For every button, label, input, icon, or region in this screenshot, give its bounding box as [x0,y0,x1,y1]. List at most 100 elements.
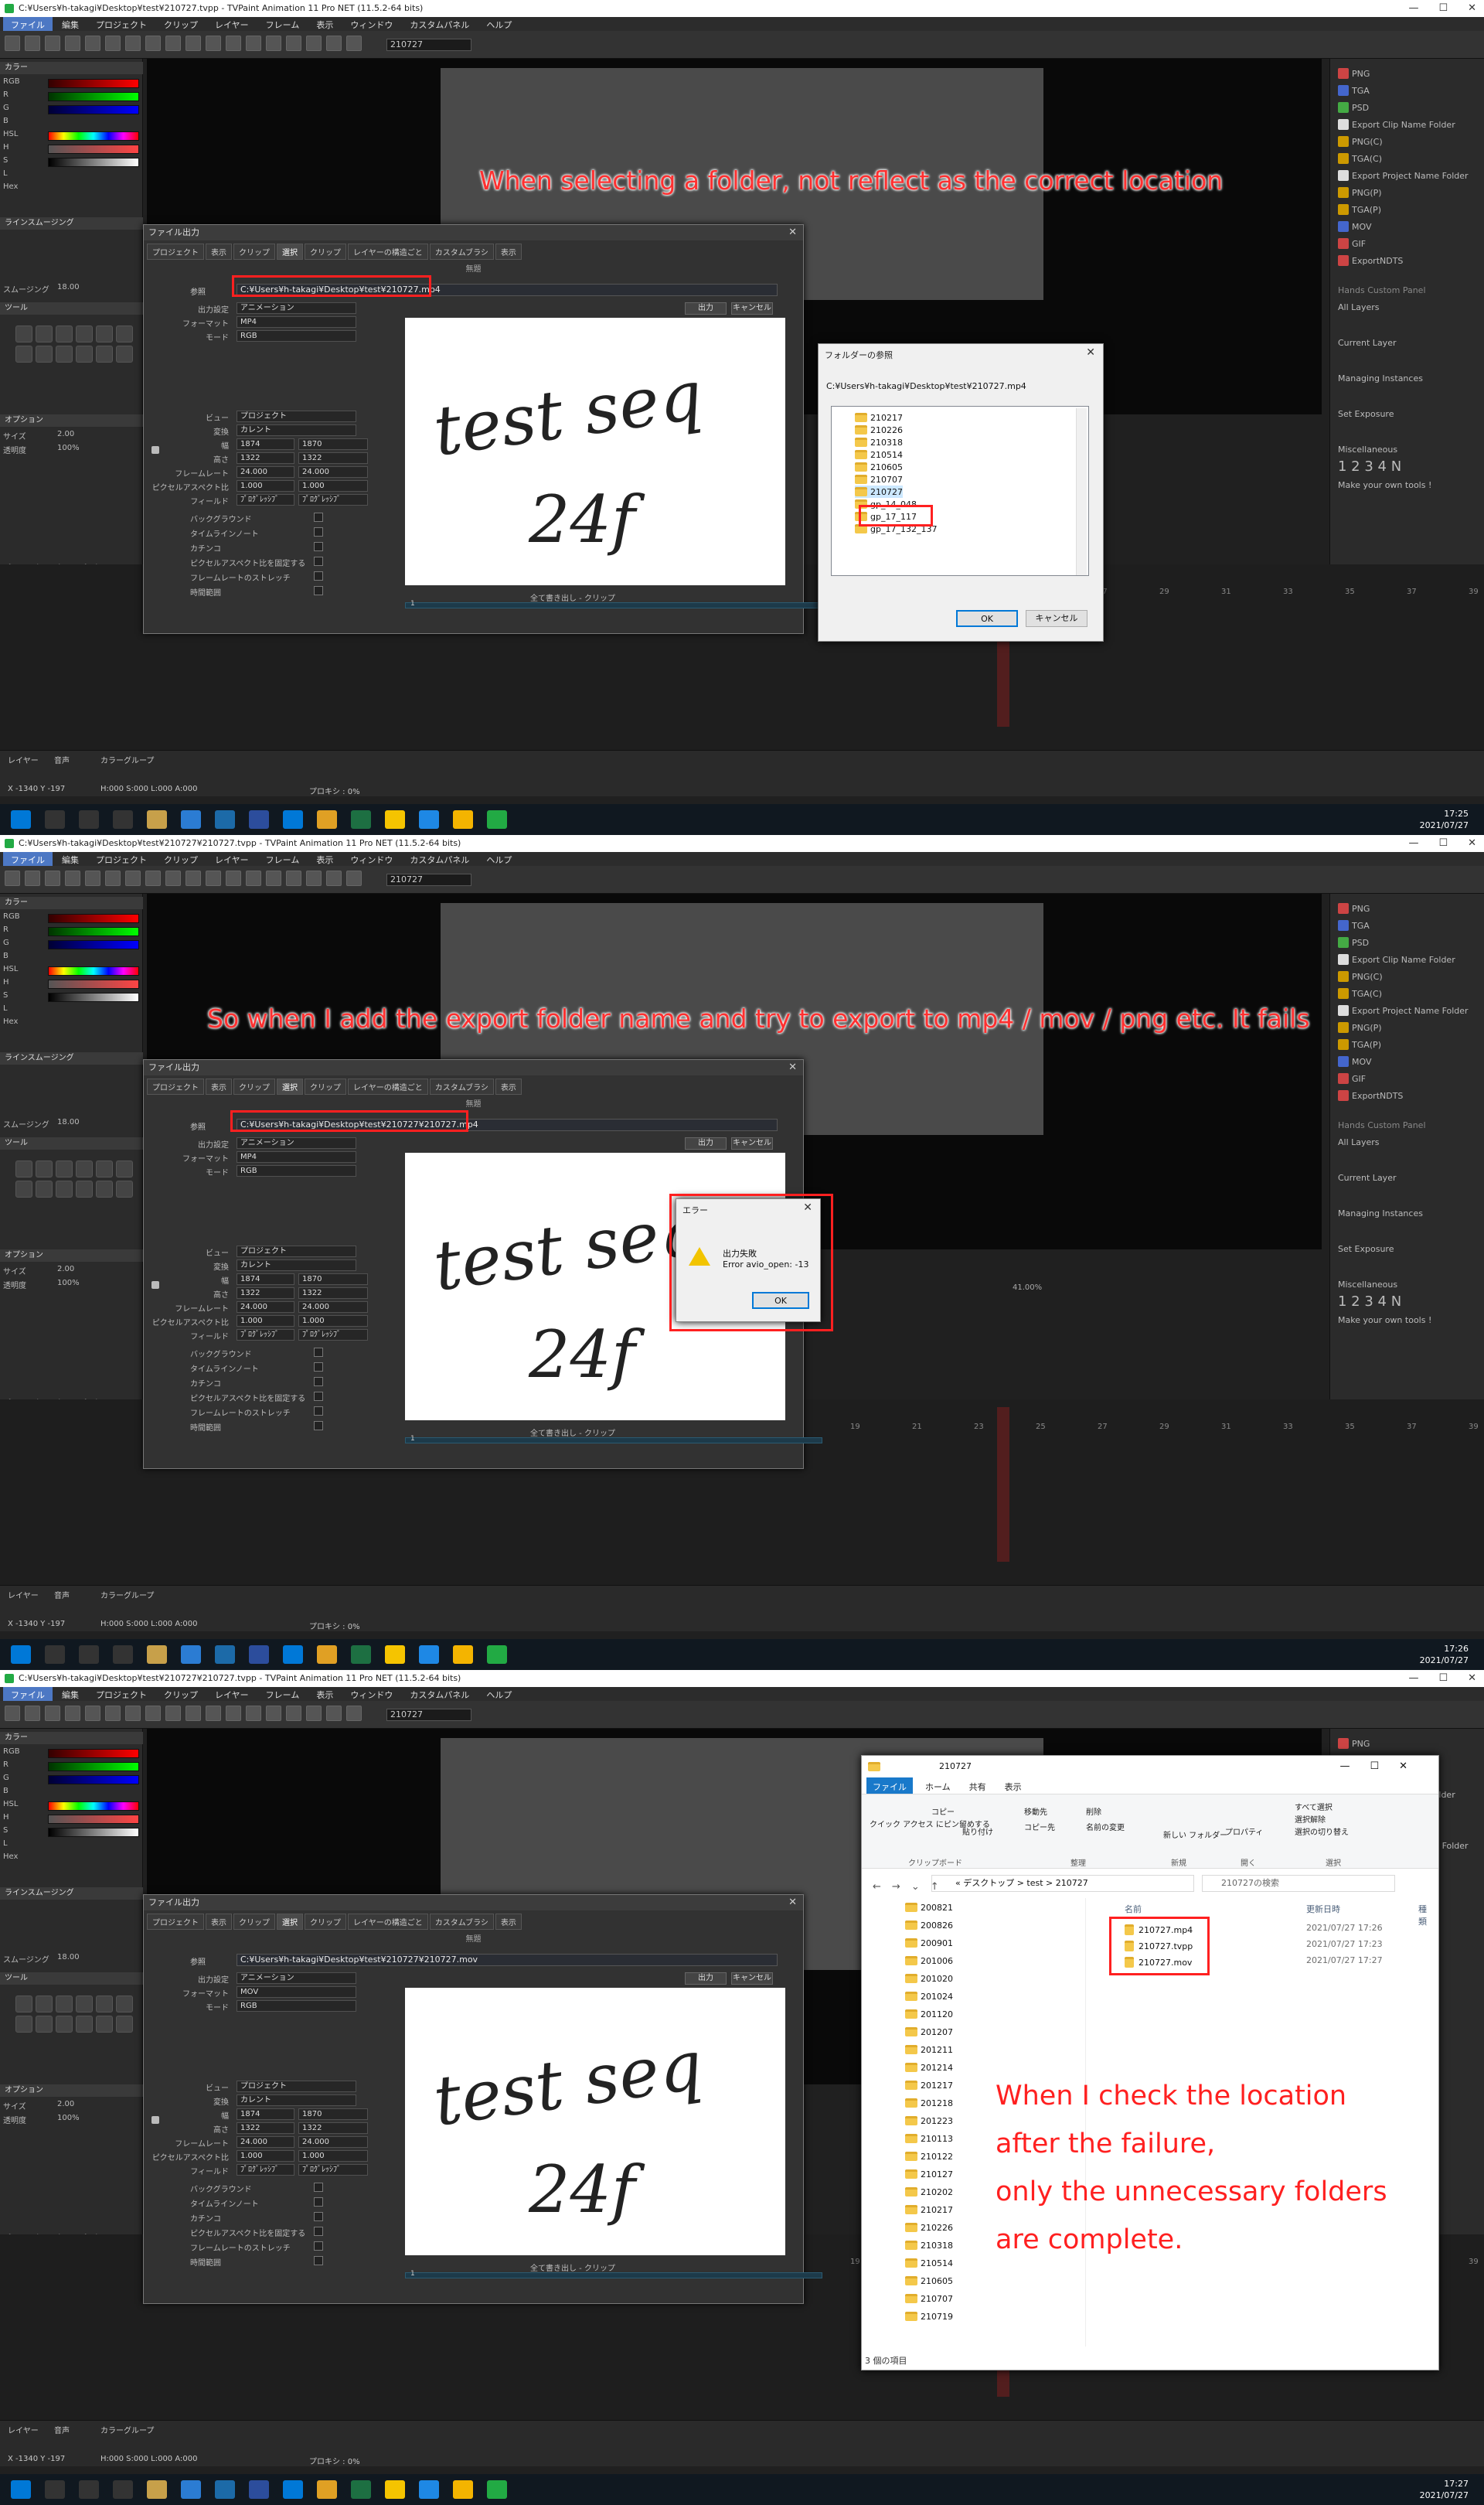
export-tab[interactable]: プロジェクト [147,244,204,260]
menu-item[interactable]: プロジェクト [88,852,155,866]
bottom-tab[interactable]: カラーグループ [100,2424,154,2435]
toolbar-tool-icon[interactable] [145,871,161,886]
brush-tool-icon[interactable] [96,2016,113,2033]
export-button[interactable]: 出力 [685,302,727,315]
setting-value[interactable]: カレント [237,2094,356,2106]
nav-folder-item[interactable]: 210226 [905,2221,953,2234]
setting-value[interactable]: 1322 [237,1287,294,1299]
tvpaint-icon[interactable] [487,810,507,829]
cortana-icon[interactable] [79,2480,99,2499]
exposure-numbers[interactable]: 1 2 3 4 N [1338,1293,1477,1310]
app-icon[interactable] [249,2480,269,2499]
brush-tool-icon[interactable] [96,1160,113,1178]
toolbar-tool-icon[interactable] [326,1706,342,1721]
app-icon[interactable] [181,1645,201,1664]
export-shortcut-button[interactable]: PNG [1338,1736,1477,1750]
toolbar-tool-icon[interactable] [206,871,221,886]
checkbox[interactable] [314,2212,323,2221]
opacity-value[interactable]: 100% [57,1279,80,1287]
brush-tool-icon[interactable] [116,1181,133,1198]
ribbon-command[interactable]: 名前の変更 [1086,1821,1125,1832]
setting-value[interactable]: 1874 [237,2108,294,2120]
setting-value-right[interactable]: ﾌﾟﾛｸﾞﾚｯｼﾌﾞ [298,1329,368,1341]
folder-tree-item[interactable]: 210318 [855,436,903,448]
toolbar-tool-icon[interactable] [105,871,121,886]
column-name[interactable]: 名前 [1125,1903,1142,1915]
menu-item[interactable]: 表示 [308,17,341,31]
export-shortcut-button[interactable]: TGA [1338,84,1477,97]
toolbar-tool-icon[interactable] [105,36,121,51]
export-tab[interactable]: クリップ [305,1079,346,1095]
toolbar-tool-icon[interactable] [25,36,40,51]
export-checkbox-row[interactable]: 時間範囲 [190,586,323,598]
setting-value[interactable]: 1874 [237,1273,294,1285]
toolbar-tool-icon[interactable] [125,871,141,886]
toolbar-tool-icon[interactable] [266,1706,281,1721]
menu-item[interactable]: クリップ [156,1687,206,1701]
custom-panel-section[interactable]: Current Layer [1338,1171,1477,1184]
setting-value-right[interactable]: 1322 [298,452,368,464]
toolbar-tool-icon[interactable] [326,871,342,886]
ribbon-tab[interactable]: 表示 [999,1777,1028,1794]
menu-item[interactable]: ヘルプ [478,17,519,31]
menu-item[interactable]: フレーム [258,852,308,866]
toolbar-tool-icon[interactable] [226,36,241,51]
setting-value[interactable]: アニメーション [237,1137,356,1149]
custom-panel-section[interactable]: Make your own tools ! [1338,478,1477,492]
export-tab[interactable]: 表示 [495,244,522,260]
smoothing-value[interactable]: 18.00 [57,1953,80,1961]
color-slider[interactable] [48,1775,139,1784]
export-checkbox-row[interactable]: カチンコ [190,542,323,554]
color-slider[interactable] [48,940,139,949]
toolbar-tool-icon[interactable] [186,871,201,886]
export-shortcut-button[interactable]: Export Clip Name Folder [1338,953,1477,966]
checkbox[interactable] [314,1362,323,1372]
toolbar-tool-icon[interactable] [206,1706,221,1721]
export-checkbox-row[interactable]: バックグラウンド [190,513,323,524]
nav-folder-item[interactable]: 201020 [905,1972,953,1985]
smoothing-value[interactable]: 18.00 [57,1118,80,1126]
export-button[interactable]: 出力 [685,1972,727,1985]
color-slider[interactable] [48,145,139,154]
folder-tree-item[interactable]: 210226 [855,424,903,436]
cancel-button[interactable]: キャンセル [731,1137,773,1150]
store-icon[interactable] [147,2480,167,2499]
tree-scrollbar[interactable] [1076,408,1087,575]
checkbox[interactable] [314,1377,323,1386]
export-tab[interactable]: クリップ [305,244,346,260]
setting-value[interactable]: アニメーション [237,1972,356,1984]
color-slider[interactable] [48,1801,139,1811]
brush-tool-icon[interactable] [76,2016,93,2033]
brush-tool-icon[interactable] [36,2016,53,2033]
cancel-button[interactable]: キャンセル [1026,610,1087,627]
custom-panel-section[interactable]: Miscellaneous [1338,1277,1477,1291]
nav-folder-item[interactable]: 210202 [905,2186,953,2198]
bottom-tab[interactable]: 音声 [54,2424,70,2435]
export-tab[interactable]: プロジェクト [147,1079,204,1095]
toolbar-tool-icon[interactable] [226,871,241,886]
toolbar-tool-icon[interactable] [206,36,221,51]
setting-value[interactable]: MP4 [237,316,356,328]
export-checkbox-row[interactable]: バックグラウンド [190,1348,323,1359]
ribbon-command[interactable]: プロパティ [1225,1825,1263,1837]
ribbon-command[interactable]: コピー先 [1024,1821,1055,1832]
export-shortcut-button[interactable]: ExportNDTS [1338,1089,1477,1103]
custom-panel-section[interactable]: Set Exposure [1338,407,1477,421]
app-icon[interactable] [385,810,405,829]
brush-tool-icon[interactable] [76,1995,93,2013]
taskbar-clock[interactable]: 17:25 2021/07/27 [1420,808,1469,831]
setting-value-right[interactable]: 24.000 [298,466,368,478]
export-tab[interactable]: レイヤーの構造ごと [348,1914,428,1930]
export-checkbox-row[interactable]: フレームレートのストレッチ [190,2241,323,2253]
maximize-button[interactable]: ☐ [1438,835,1448,852]
export-checkbox-row[interactable]: フレームレートのストレッチ [190,571,323,583]
folder-tree-item[interactable]: 210217 [855,411,903,424]
brush-tool-icon[interactable] [116,325,133,343]
color-slider[interactable] [48,131,139,141]
toolbar-tool-icon[interactable] [246,871,261,886]
menu-item[interactable]: ヘルプ [478,852,519,866]
app-icon[interactable] [317,2480,337,2499]
photoshop-icon[interactable] [215,2480,235,2499]
setting-value-right[interactable]: ﾌﾟﾛｸﾞﾚｯｼﾌﾞ [298,2164,368,2176]
setting-value-right[interactable]: 24.000 [298,1301,368,1313]
